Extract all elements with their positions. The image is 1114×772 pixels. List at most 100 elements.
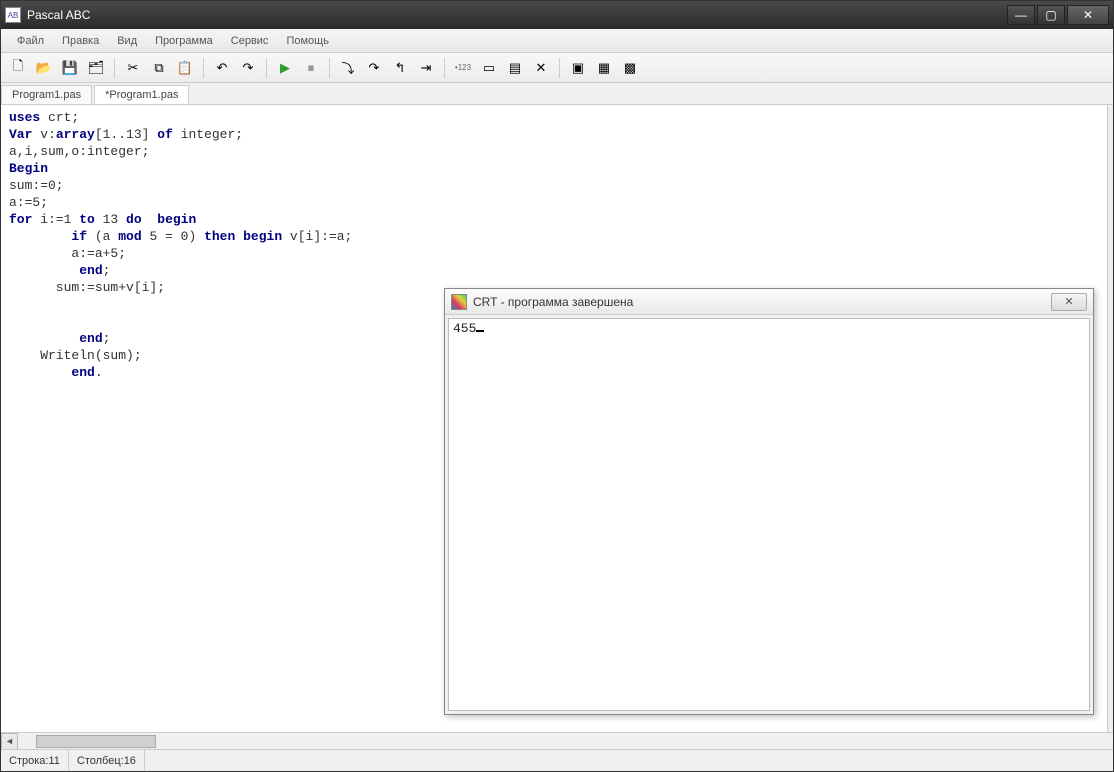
maximize-button[interactable]: ▢ bbox=[1037, 5, 1065, 25]
run-to-cursor-icon[interactable]: ⇥ bbox=[415, 57, 437, 79]
text-token: crt; bbox=[40, 110, 79, 125]
close-button[interactable]: ✕ bbox=[1067, 5, 1109, 25]
scroll-left-arrow[interactable]: ◄ bbox=[1, 733, 18, 750]
status-line-label: Строка: bbox=[9, 755, 48, 767]
text-token: a:=5; bbox=[9, 195, 48, 210]
locals-icon[interactable]: ▤ bbox=[504, 57, 526, 79]
menu-item-4[interactable]: Сервис bbox=[223, 32, 277, 50]
new-icon[interactable]: 🗋 bbox=[7, 57, 29, 79]
save-all-icon[interactable]: 🗂 bbox=[85, 57, 107, 79]
cut-icon[interactable]: ✂ bbox=[122, 57, 144, 79]
text-token: ; bbox=[103, 331, 111, 346]
design-icon[interactable]: ▦ bbox=[593, 57, 615, 79]
code-line[interactable]: end; bbox=[9, 262, 1099, 279]
keyword-token: of bbox=[157, 127, 173, 142]
text-token: v: bbox=[32, 127, 55, 142]
editor-area: uses crt;Var v:array[1..13] of integer;a… bbox=[1, 105, 1113, 732]
status-col-value: 16 bbox=[124, 755, 136, 767]
text-token: v[i]:=a; bbox=[282, 229, 352, 244]
titlebar: AB Pascal ABC — ▢ ✕ bbox=[1, 1, 1113, 29]
toolbar-separator bbox=[444, 58, 445, 78]
menu-item-3[interactable]: Программа bbox=[147, 32, 221, 50]
menu-item-0[interactable]: Файл bbox=[9, 32, 52, 50]
text-token bbox=[9, 331, 79, 346]
menubar: ФайлПравкаВидПрограммаСервисПомощь bbox=[1, 29, 1113, 53]
step-out-icon[interactable]: ↰ bbox=[389, 57, 411, 79]
keyword-token: end bbox=[71, 365, 94, 380]
text-token: . bbox=[95, 365, 103, 380]
code-line[interactable]: for i:=1 to 13 do begin bbox=[9, 211, 1099, 228]
toolbar-separator bbox=[329, 58, 330, 78]
keyword-token: uses bbox=[9, 110, 40, 125]
breakpoint-icon[interactable]: •123 bbox=[452, 57, 474, 79]
file-tab-0[interactable]: Program1.pas bbox=[1, 85, 92, 104]
file-tab-1[interactable]: *Program1.pas bbox=[94, 85, 189, 104]
text-token: [1..13] bbox=[95, 127, 157, 142]
scroll-thumb[interactable] bbox=[36, 735, 156, 748]
watch-icon[interactable]: ▭ bbox=[478, 57, 500, 79]
text-token: (a bbox=[87, 229, 118, 244]
text-token: 5 = 0) bbox=[142, 229, 204, 244]
keyword-token: mod bbox=[118, 229, 141, 244]
toolbar-separator bbox=[114, 58, 115, 78]
crt-cursor bbox=[476, 330, 484, 332]
copy-icon[interactable]: ⧉ bbox=[148, 57, 170, 79]
tab-strip: Program1.pas*Program1.pas bbox=[1, 83, 1113, 105]
text-token bbox=[142, 212, 158, 227]
save-icon[interactable]: 💾 bbox=[59, 57, 81, 79]
toolbar-separator bbox=[559, 58, 560, 78]
stop-icon[interactable]: ⏹ bbox=[300, 57, 322, 79]
run-icon[interactable]: ▶ bbox=[274, 57, 296, 79]
text-token bbox=[9, 365, 71, 380]
menu-item-1[interactable]: Правка bbox=[54, 32, 107, 50]
keyword-token: begin bbox=[243, 229, 282, 244]
step-over-icon[interactable]: ↷ bbox=[363, 57, 385, 79]
redo-icon[interactable]: ↷ bbox=[237, 57, 259, 79]
text-token bbox=[9, 229, 71, 244]
crt-output-text: 455 bbox=[453, 321, 476, 336]
code-line[interactable]: a:=5; bbox=[9, 194, 1099, 211]
horizontal-scrollbar[interactable]: ◄ bbox=[1, 732, 1113, 749]
text-token: 13 bbox=[95, 212, 126, 227]
main-window: AB Pascal ABC — ▢ ✕ ФайлПравкаВидПрограм… bbox=[0, 0, 1114, 772]
text-token: sum:=sum+v[i]; bbox=[9, 280, 165, 295]
code-line[interactable]: if (a mod 5 = 0) then begin v[i]:=a; bbox=[9, 228, 1099, 245]
code-line[interactable]: Begin bbox=[9, 160, 1099, 177]
code-line[interactable]: a,i,sum,o:integer; bbox=[9, 143, 1099, 160]
keyword-token: end bbox=[79, 263, 102, 278]
keyword-token: to bbox=[79, 212, 95, 227]
text-token: integer; bbox=[173, 127, 243, 142]
step-into-icon[interactable]: ⤵ bbox=[337, 57, 359, 79]
crt-titlebar: CRT - программа завершена ✕ bbox=[445, 289, 1093, 315]
form-icon[interactable]: ▣ bbox=[567, 57, 589, 79]
crt-icon bbox=[451, 294, 467, 310]
code-line[interactable]: sum:=0; bbox=[9, 177, 1099, 194]
text-token: i:=1 bbox=[32, 212, 79, 227]
text-token: ; bbox=[103, 263, 111, 278]
keyword-token: if bbox=[71, 229, 87, 244]
window-buttons: — ▢ ✕ bbox=[1007, 5, 1109, 25]
keyword-token: array bbox=[56, 127, 95, 142]
close-panel-icon[interactable]: ✕ bbox=[530, 57, 552, 79]
keyword-token: Begin bbox=[9, 161, 48, 176]
app-icon: AB bbox=[5, 7, 21, 23]
open-icon[interactable]: 📂 bbox=[33, 57, 55, 79]
code-icon[interactable]: ▩ bbox=[619, 57, 641, 79]
code-line[interactable]: uses crt; bbox=[9, 109, 1099, 126]
text-token: a,i,sum,o:integer; bbox=[9, 144, 149, 159]
paste-icon[interactable]: 📋 bbox=[174, 57, 196, 79]
crt-window: CRT - программа завершена ✕ 455 bbox=[444, 288, 1094, 715]
right-gutter bbox=[1107, 105, 1113, 732]
keyword-token: Var bbox=[9, 127, 32, 142]
menu-item-5[interactable]: Помощь bbox=[278, 32, 337, 50]
code-line[interactable]: Var v:array[1..13] of integer; bbox=[9, 126, 1099, 143]
crt-close-button[interactable]: ✕ bbox=[1051, 293, 1087, 311]
menu-item-2[interactable]: Вид bbox=[109, 32, 145, 50]
code-line[interactable]: a:=a+5; bbox=[9, 245, 1099, 262]
text-token bbox=[9, 263, 79, 278]
window-title: Pascal ABC bbox=[27, 8, 1007, 22]
text-token: Writeln(sum); bbox=[9, 348, 142, 363]
undo-icon[interactable]: ↶ bbox=[211, 57, 233, 79]
minimize-button[interactable]: — bbox=[1007, 5, 1035, 25]
toolbar: 🗋📂💾🗂✂⧉📋↶↷▶⏹⤵↷↰⇥•123▭▤✕▣▦▩ bbox=[1, 53, 1113, 83]
